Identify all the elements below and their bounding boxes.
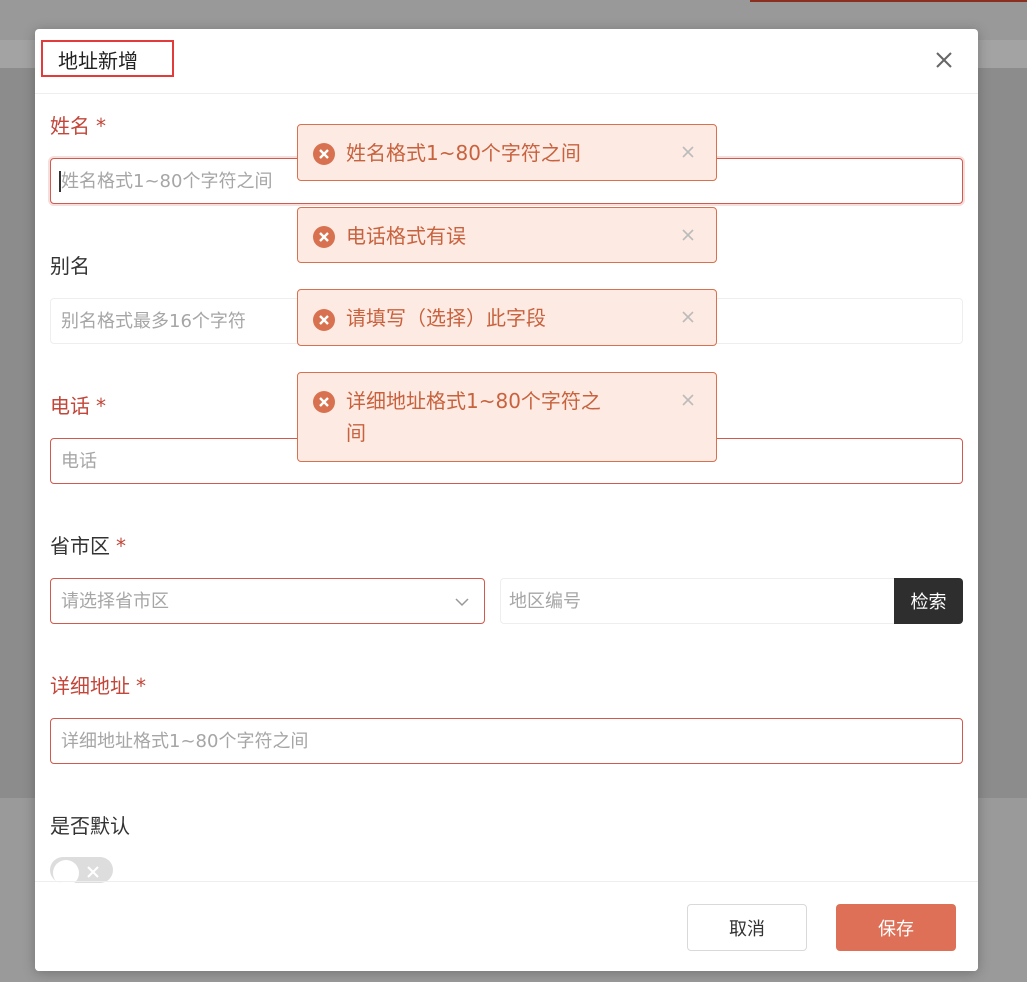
toast-message: 电话格式有误 <box>346 224 466 248</box>
toggle-knob <box>53 860 79 883</box>
address-input[interactable] <box>51 719 962 763</box>
x-icon <box>87 866 99 878</box>
chevron-down-icon <box>455 598 469 607</box>
region-select-placeholder: 请选择省市区 <box>61 591 169 612</box>
name-label-text: 姓名 <box>50 114 90 138</box>
error-circle-icon <box>313 226 335 248</box>
address-label-text: 详细地址 <box>50 674 130 698</box>
required-mark: * <box>136 674 146 698</box>
required-mark: * <box>96 114 106 138</box>
alias-label-text: 别名 <box>50 254 90 278</box>
cancel-button[interactable]: 取消 <box>687 904 807 951</box>
default-label: 是否默认 <box>50 814 130 838</box>
phone-label-text: 电话 <box>50 394 90 418</box>
footer-divider <box>35 881 978 882</box>
close-icon[interactable] <box>681 228 695 242</box>
error-toast: 详细地址格式1~80个字符之间 <box>297 372 717 462</box>
close-icon[interactable] <box>681 145 695 159</box>
toast-message: 姓名格式1~80个字符之间 <box>346 141 581 165</box>
close-icon[interactable] <box>681 393 695 407</box>
region-label-text: 省市区 <box>50 534 110 558</box>
dialog-title: 地址新增 <box>58 49 138 73</box>
error-toast: 请填写（选择）此字段 <box>297 289 717 346</box>
phone-label: 电话 * <box>50 394 106 418</box>
close-icon[interactable] <box>681 310 695 324</box>
error-toast: 电话格式有误 <box>297 207 717 263</box>
toast-message: 详细地址格式1~80个字符之间 <box>346 389 601 445</box>
text-caret <box>59 171 61 192</box>
error-circle-icon <box>313 143 335 165</box>
region-code-input[interactable] <box>501 579 895 623</box>
close-icon[interactable] <box>933 49 955 71</box>
error-circle-icon <box>313 391 335 413</box>
region-search-button[interactable]: 检索 <box>894 578 963 624</box>
toast-message: 请填写（选择）此字段 <box>346 306 546 330</box>
dialog-header: 地址新增 <box>35 29 978 94</box>
default-label-text: 是否默认 <box>50 814 130 838</box>
save-button[interactable]: 保存 <box>836 904 956 951</box>
address-label: 详细地址 * <box>50 674 146 698</box>
backdrop-accent-line <box>750 0 1027 2</box>
region-select[interactable]: 请选择省市区 <box>50 578 485 624</box>
name-label: 姓名 * <box>50 114 106 138</box>
region-label: 省市区 * <box>50 534 126 558</box>
error-circle-icon <box>313 309 335 331</box>
required-mark: * <box>96 394 106 418</box>
alias-label: 别名 <box>50 254 90 278</box>
region-code-field[interactable] <box>500 578 896 624</box>
default-toggle[interactable] <box>50 857 113 883</box>
address-field[interactable] <box>50 718 963 764</box>
error-toast: 姓名格式1~80个字符之间 <box>297 124 717 181</box>
required-mark: * <box>116 534 126 558</box>
